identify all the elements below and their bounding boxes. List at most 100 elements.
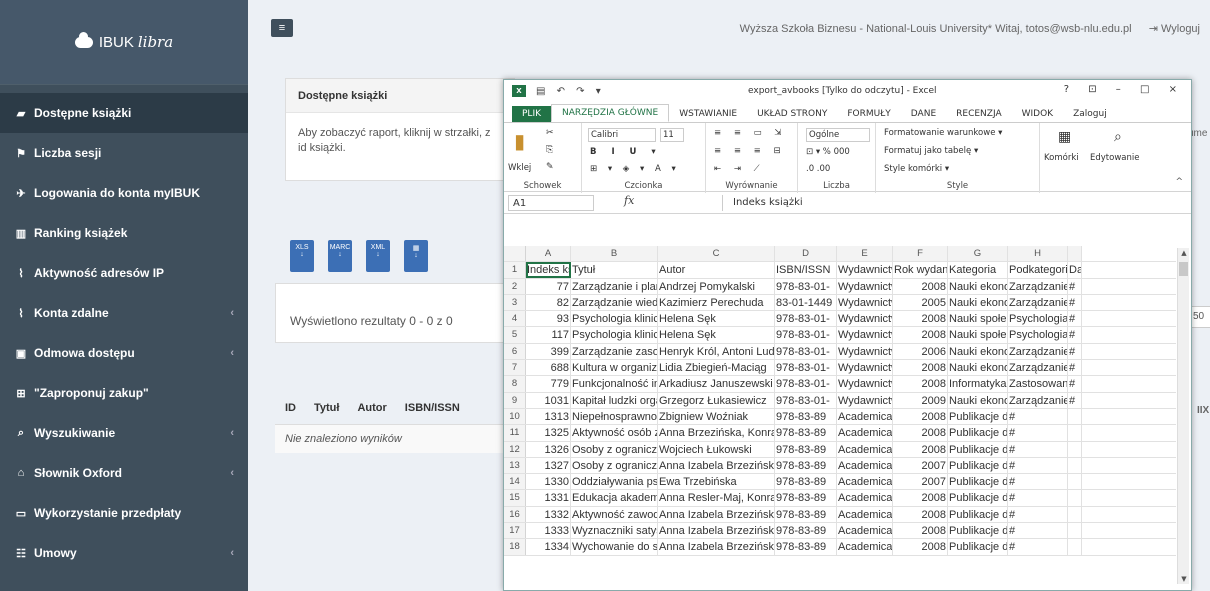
spreadsheet-cell[interactable]: 779 [526, 376, 571, 392]
spreadsheet-cell[interactable]: Publikacje darmowe [948, 457, 1008, 474]
scroll-up-icon[interactable]: ▲ [1178, 249, 1190, 257]
spreadsheet-cell[interactable]: 1325 [526, 425, 571, 441]
sidebar-item-5[interactable]: ⌇ Konta zdalne ‹ [0, 293, 248, 333]
spreadsheet-cell[interactable]: Psychologia [1008, 327, 1068, 343]
row-header[interactable]: 10 [504, 408, 526, 425]
spreadsheet-cell[interactable]: Wydawnictwo [837, 294, 893, 311]
find-icon[interactable]: ⌕ [1114, 129, 1122, 145]
spreadsheet-cell[interactable]: Zbigniew Woźniak [658, 408, 775, 425]
spreadsheet-cell[interactable]: Kultura w organizacji [571, 360, 658, 376]
col-id[interactable]: ID [285, 402, 296, 414]
row-header[interactable]: 7 [504, 360, 526, 376]
spreadsheet-cell[interactable]: Aktywność osób z ograniczeniami [571, 425, 658, 441]
copy-icon[interactable]: ⎘ [546, 145, 553, 155]
sidebar-item-2[interactable]: ✈ Logowania do konta myIBUK [0, 173, 248, 213]
column-header[interactable]: G [948, 246, 1008, 262]
brand-logo[interactable]: IBUK libra [0, 0, 248, 85]
spreadsheet-cell[interactable]: Wojciech Łukowski [658, 441, 775, 457]
spreadsheet-cell[interactable] [1068, 425, 1082, 441]
row-header[interactable]: 12 [504, 441, 526, 457]
sidebar-item-1[interactable]: ⚑ Liczba sesji [0, 133, 248, 173]
spreadsheet-cell[interactable]: Niepełnosprawność i niezależność [571, 408, 658, 425]
column-header[interactable] [1068, 246, 1082, 262]
spreadsheet-cell[interactable]: Wyznaczniki satysfakcji z życia [571, 523, 658, 539]
row-header[interactable]: 13 [504, 457, 526, 474]
spreadsheet-cell[interactable]: Edukacja akademicka szansą [571, 490, 658, 506]
spreadsheet-cell[interactable]: Zarządzanie [1008, 392, 1068, 408]
spreadsheet-cell[interactable]: 1313 [526, 408, 571, 425]
conditional-formatting-button[interactable]: Formatowanie warunkowe ▾ [884, 128, 1002, 138]
spreadsheet-cell[interactable]: Academica [837, 506, 893, 523]
spreadsheet-cell[interactable]: # [1008, 441, 1068, 457]
column-header[interactable]: F [893, 246, 948, 262]
column-header[interactable]: C [658, 246, 775, 262]
column-header[interactable]: A [526, 246, 571, 262]
spreadsheet-cell[interactable]: # [1068, 360, 1082, 376]
ribbon-tab-8[interactable]: Zaloguj [1063, 106, 1117, 122]
spreadsheet-cell[interactable]: Psychologia kliniczna, t. [571, 327, 658, 343]
spreadsheet-cell[interactable]: 93 [526, 311, 571, 327]
spreadsheet-cell[interactable] [1068, 441, 1082, 457]
spreadsheet-grid[interactable]: ABCDEFGH1Indeks książkiTytułAutorISBN/IS… [504, 246, 1176, 591]
spreadsheet-cell[interactable]: Academica [837, 539, 893, 555]
number-format-select[interactable]: Ogólne [806, 128, 870, 142]
spreadsheet-cell[interactable]: Kapitał ludzki organizacji [571, 392, 658, 408]
indent-orientation-buttons[interactable]: ⇤ ⇥ ⟋ [714, 164, 765, 174]
select-all-corner[interactable] [504, 246, 526, 262]
spreadsheet-cell[interactable]: Nauki ekonomiczne [948, 392, 1008, 408]
spreadsheet-cell[interactable]: Zastosowania [1008, 376, 1068, 392]
export-xls-button[interactable]: XLS ↓ [290, 240, 314, 272]
spreadsheet-cell[interactable] [1068, 506, 1082, 523]
row-header[interactable]: 17 [504, 523, 526, 539]
spreadsheet-cell[interactable]: Wydawnictwo [837, 278, 893, 294]
column-header[interactable]: E [837, 246, 893, 262]
spreadsheet-cell[interactable]: # [1068, 392, 1082, 408]
spreadsheet-cell[interactable]: Publikacje darmowe [948, 408, 1008, 425]
row-header[interactable]: 1 [504, 262, 526, 278]
spreadsheet-cell[interactable]: Publikacje darmowe [948, 490, 1008, 506]
spreadsheet-cell[interactable]: 2008 [893, 425, 948, 441]
spreadsheet-cell[interactable]: Zarządzanie [1008, 278, 1068, 294]
row-header[interactable]: 8 [504, 376, 526, 392]
column-header[interactable]: H [1008, 246, 1068, 262]
spreadsheet-cell[interactable]: Anna Izabela Brzezińska, Zbigniew [658, 457, 775, 474]
spreadsheet-cell[interactable]: 1327 [526, 457, 571, 474]
spreadsheet-cell[interactable]: 2008 [893, 506, 948, 523]
spreadsheet-cell[interactable]: # [1008, 408, 1068, 425]
row-header[interactable]: 4 [504, 311, 526, 327]
row-header[interactable]: 6 [504, 343, 526, 360]
sidebar-item-7[interactable]: ⊞ "Zaproponuj zakup" [0, 373, 248, 413]
cut-icon[interactable]: ✂ [546, 128, 554, 138]
spreadsheet-cell[interactable]: 2008 [893, 360, 948, 376]
spreadsheet-cell[interactable]: Oddziaływania psychologiczne [571, 474, 658, 490]
sidebar-item-4[interactable]: ⌇ Aktywność adresów IP [0, 253, 248, 293]
spreadsheet-cell[interactable]: 978-83-01- [775, 327, 837, 343]
spreadsheet-cell[interactable]: 978-83-89 [775, 506, 837, 523]
spreadsheet-cell[interactable]: Nauki społeczne [948, 311, 1008, 327]
spreadsheet-cell[interactable]: Autor [658, 262, 775, 278]
editing-button[interactable]: Edytowanie [1090, 153, 1139, 163]
spreadsheet-cell[interactable]: 83-01-1449 [775, 294, 837, 311]
spreadsheet-cell[interactable]: Lidia Zbiegień-Maciąg [658, 360, 775, 376]
spreadsheet-cell[interactable] [1068, 457, 1082, 474]
spreadsheet-cell[interactable]: Wydawnictwo [837, 262, 893, 278]
spreadsheet-cell[interactable]: Publikacje darmowe [948, 474, 1008, 490]
currency-percent-buttons[interactable]: ⊡ ▾ % 000 [806, 147, 850, 157]
cells-button[interactable]: Komórki [1044, 153, 1079, 163]
spreadsheet-cell[interactable]: 1333 [526, 523, 571, 539]
spreadsheet-cell[interactable]: Academica [837, 441, 893, 457]
spreadsheet-cell[interactable]: Zarządzanie [1008, 360, 1068, 376]
spreadsheet-cell[interactable]: 1331 [526, 490, 571, 506]
spreadsheet-cell[interactable]: Anna Izabela Brzezińska, Radosław [658, 539, 775, 555]
sidebar-item-6[interactable]: ▣ Odmowa dostępu ‹ [0, 333, 248, 373]
spreadsheet-cell[interactable] [1068, 490, 1082, 506]
spreadsheet-cell[interactable]: Psychologia kliniczna, t. [571, 311, 658, 327]
spreadsheet-cell[interactable]: # [1068, 294, 1082, 311]
spreadsheet-cell[interactable]: Aktywność zawodowa osób [571, 506, 658, 523]
spreadsheet-cell[interactable]: 978-83-01- [775, 278, 837, 294]
spreadsheet-cell[interactable]: Publikacje darmowe [948, 523, 1008, 539]
spreadsheet-cell[interactable]: Tytuł [571, 262, 658, 278]
export-xml-button[interactable]: XML ↓ [366, 240, 390, 272]
spreadsheet-cell[interactable]: ISBN/ISSN [775, 262, 837, 278]
spreadsheet-cell[interactable]: Nauki ekonomiczne [948, 360, 1008, 376]
